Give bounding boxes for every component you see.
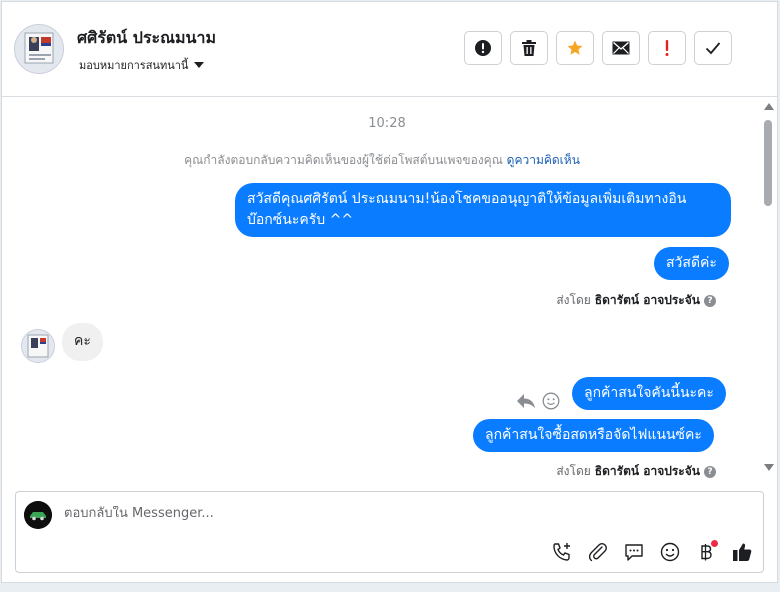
composer-tools: [550, 540, 754, 564]
spam-button[interactable]: [464, 31, 502, 65]
caret-down-icon: [194, 62, 205, 68]
message-actions: [516, 392, 560, 414]
checkmark-icon: [705, 42, 721, 55]
sender-name: ธิดารัตน์ อาจประจัน: [594, 293, 700, 307]
system-note: คุณกำลังตอบกลับความคิดเห็นของผู้ใช้ต่อโพ…: [2, 151, 762, 170]
notification-dot: [711, 540, 718, 547]
reply-icon[interactable]: [516, 393, 536, 413]
sender-name: ธิดารัตน์ อาจประจัน: [594, 464, 700, 478]
conversation-header: ศศิรัตน์ ประณมนาม มอบหมายการสนทนานี้: [2, 2, 777, 97]
contact-name[interactable]: ศศิรัตน์ ประณมนาม: [77, 26, 216, 51]
scroll-down-arrow-icon[interactable]: [764, 464, 774, 471]
header-actions: [464, 31, 732, 65]
outgoing-message[interactable]: ลูกค้าสนใจคันนี้นะคะ: [572, 377, 726, 410]
follow-up-button[interactable]: [648, 31, 686, 65]
sent-by-prefix: ส่งโดย: [556, 464, 591, 478]
contact-avatar-small[interactable]: [21, 329, 55, 363]
trash-icon: [522, 40, 536, 56]
reply-input[interactable]: [64, 506, 584, 521]
chat-bubble-icon[interactable]: [622, 540, 646, 564]
outgoing-message[interactable]: สวัสดีคุณศศิรัตน์ ประณมนาม!น้องโชคขออนุญ…: [235, 183, 731, 237]
baht-icon[interactable]: [694, 540, 718, 564]
thumbs-up-icon[interactable]: [730, 540, 754, 564]
conversation-panel: ศศิรัตน์ ประณมนาม มอบหมายการสนทนานี้ 10:…: [1, 1, 778, 583]
assign-label: มอบหมายการสนทนานี้: [79, 59, 189, 72]
star-icon: [567, 40, 583, 55]
paperclip-icon[interactable]: [586, 540, 610, 564]
red-exclamation-icon: [665, 40, 669, 56]
contact-avatar[interactable]: [14, 24, 64, 74]
delete-button[interactable]: [510, 31, 548, 65]
outgoing-message[interactable]: สวัสดีค่ะ: [654, 247, 729, 280]
help-icon[interactable]: ?: [704, 465, 716, 478]
react-emoji-icon[interactable]: [542, 392, 560, 414]
page-avatar: [24, 501, 52, 529]
sent-by-line: ส่งโดย ธิดารัตน์ อาจประจัน ?: [556, 291, 716, 310]
call-icon[interactable]: [550, 540, 574, 564]
view-comment-link[interactable]: ดูความคิดเห็น: [507, 153, 580, 167]
scroll-thumb[interactable]: [764, 120, 772, 206]
message-scrollbar[interactable]: [762, 100, 776, 476]
message-list: 10:28 คุณกำลังตอบกลับความคิดเห็นของผู้ใช…: [2, 97, 762, 481]
timestamp: 10:28: [368, 116, 406, 131]
mark-done-button[interactable]: [694, 31, 732, 65]
outgoing-message[interactable]: ลูกค้าสนใจซื้อสดหรือจัดไฟแนนซ์คะ: [473, 419, 714, 452]
exclamation-circle-icon: [475, 40, 491, 56]
assign-conversation-dropdown[interactable]: มอบหมายการสนทนานี้: [79, 56, 205, 74]
emoji-icon[interactable]: [658, 540, 682, 564]
incoming-message[interactable]: คะ: [62, 323, 103, 361]
star-button[interactable]: [556, 31, 594, 65]
mark-unread-button[interactable]: [602, 31, 640, 65]
sent-by-prefix: ส่งโดย: [556, 293, 591, 307]
sent-by-line: ส่งโดย ธิดารัตน์ อาจประจัน ?: [556, 462, 716, 481]
scroll-up-arrow-icon[interactable]: [764, 103, 774, 110]
system-note-text: คุณกำลังตอบกลับความคิดเห็นของผู้ใช้ต่อโพ…: [184, 153, 503, 167]
reply-composer: [15, 491, 764, 573]
help-icon[interactable]: ?: [704, 294, 716, 307]
envelope-icon: [612, 41, 630, 55]
